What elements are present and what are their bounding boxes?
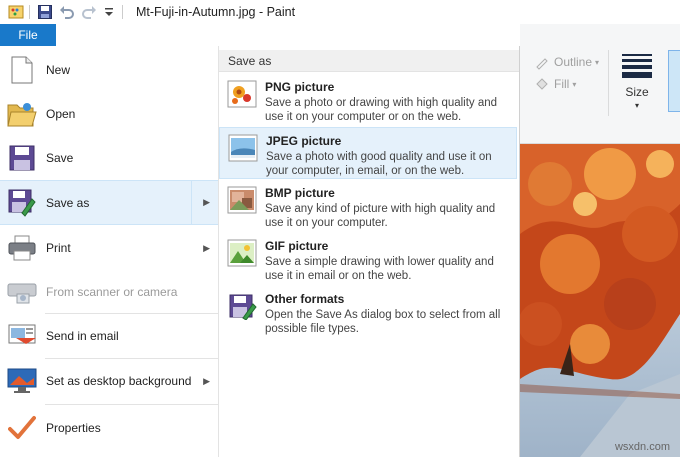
save-as-png-option[interactable]: PNG picture Save a photo or drawing with… (219, 74, 517, 126)
menu-item-new[interactable]: New (0, 48, 218, 92)
chevron-right-icon: ▶ (203, 242, 210, 253)
menu-item-send-email[interactable]: Send in email (0, 314, 218, 358)
size-button[interactable]: Size ▾ (615, 52, 659, 116)
jpeg-picture-icon (228, 134, 258, 162)
size-lines-icon (622, 54, 652, 81)
outline-icon (536, 58, 548, 70)
menu-item-label: Save as (46, 195, 90, 210)
menu-item-label: Save (46, 151, 74, 165)
option-description: Open the Save As dialog box to select fr… (265, 309, 501, 335)
save-as-bmp-option[interactable]: BMP picture Save any kind of picture wit… (219, 180, 517, 232)
image-canvas[interactable] (520, 144, 680, 457)
menu-item-desktop-background[interactable]: Set as desktop background ▶ (0, 359, 218, 403)
watermark: wsxdn.com (614, 441, 670, 453)
menu-item-label: Print (46, 241, 71, 255)
window-title: Mt-Fuji-in-Autumn.jpg - Paint (136, 5, 296, 19)
menu-item-label: New (46, 63, 71, 77)
option-description: Save any kind of picture with high quali… (265, 203, 496, 229)
option-description: Save a photo with good quality and use i… (266, 151, 492, 177)
save-as-jpeg-option[interactable]: JPEG picture Save a photo with good qual… (219, 127, 517, 179)
fill-icon (536, 78, 548, 90)
title-divider (122, 5, 123, 19)
save-as-other-formats-option[interactable]: Other formats Open the Save As dialog bo… (219, 286, 517, 338)
chevron-right-icon: ▶ (203, 197, 210, 207)
desktop-background-icon (6, 365, 38, 397)
size-dropdown-icon: ▾ (634, 101, 639, 110)
title-bar: Mt-Fuji-in-Autumn.jpg - Paint (0, 0, 680, 24)
redo-icon[interactable] (81, 4, 97, 20)
menu-item-label: From scanner or camera (46, 285, 178, 299)
outline-label: Outline (554, 55, 593, 69)
option-description: Save a simple drawing with lower quality… (265, 256, 494, 282)
save-as-submenu: Save as PNG picture Save a photo or draw… (219, 46, 519, 457)
menu-item-properties[interactable]: Properties (0, 406, 218, 450)
menu-item-save[interactable]: Save (0, 136, 218, 180)
paint-app-icon (8, 5, 24, 19)
undo-icon[interactable] (59, 4, 75, 20)
email-icon (6, 320, 38, 352)
quick-access-divider (29, 5, 30, 19)
menu-item-label: Open (46, 107, 76, 121)
option-title: JPEG picture (266, 134, 342, 148)
fill-label: Fill (554, 77, 570, 91)
menu-item-label: Properties (46, 421, 101, 435)
menu-item-print[interactable]: Print ▶ (0, 226, 218, 270)
outline-dropdown-icon: ▾ (595, 57, 600, 67)
chevron-right-icon: ▶ (203, 375, 210, 386)
save-as-icon (6, 187, 38, 219)
option-title: Other formats (265, 292, 345, 306)
png-picture-icon (227, 80, 257, 108)
autumn-tree-image (520, 144, 680, 457)
fill-button[interactable]: Fill ▾ (534, 76, 576, 92)
save-as-header: Save as (219, 50, 519, 72)
color1-button[interactable] (668, 50, 680, 112)
outline-button[interactable]: Outline ▾ (534, 54, 599, 70)
option-title: BMP picture (265, 186, 335, 200)
open-folder-icon (6, 98, 38, 130)
file-tab[interactable]: File (0, 24, 56, 46)
submenu-divider (191, 181, 192, 224)
bmp-picture-icon (227, 186, 257, 214)
save-icon[interactable] (37, 4, 53, 20)
size-label: Size (625, 85, 649, 99)
option-title: GIF picture (265, 239, 329, 253)
menu-item-open[interactable]: Open (0, 92, 218, 136)
customize-quick-access-icon[interactable] (101, 4, 117, 20)
menu-item-from-scanner: From scanner or camera (0, 270, 218, 314)
menu-item-label: Send in email (46, 329, 119, 343)
ribbon-group-divider (608, 50, 609, 116)
menu-item-label: Set as desktop background (46, 374, 192, 388)
option-description: Save a photo or drawing with high qualit… (265, 97, 498, 123)
printer-icon (6, 232, 38, 264)
option-title: PNG picture (265, 80, 335, 94)
checkmark-icon (6, 412, 38, 444)
file-menu-commands: New Open Save Save as ▶ Print ▶ From sca… (0, 46, 219, 457)
file-menu: New Open Save Save as ▶ Print ▶ From sca… (0, 46, 520, 457)
scanner-icon (6, 276, 38, 308)
gif-picture-icon (227, 239, 257, 267)
fill-dropdown-icon: ▾ (572, 79, 577, 89)
ribbon-tab-strip (56, 24, 520, 46)
other-formats-icon (229, 294, 257, 320)
save-as-gif-option[interactable]: GIF picture Save a simple drawing with l… (219, 233, 517, 285)
save-disk-icon (6, 142, 38, 174)
menu-divider (45, 404, 218, 405)
new-document-icon (6, 54, 38, 86)
menu-item-save-as[interactable]: Save as ▶ (0, 180, 218, 225)
